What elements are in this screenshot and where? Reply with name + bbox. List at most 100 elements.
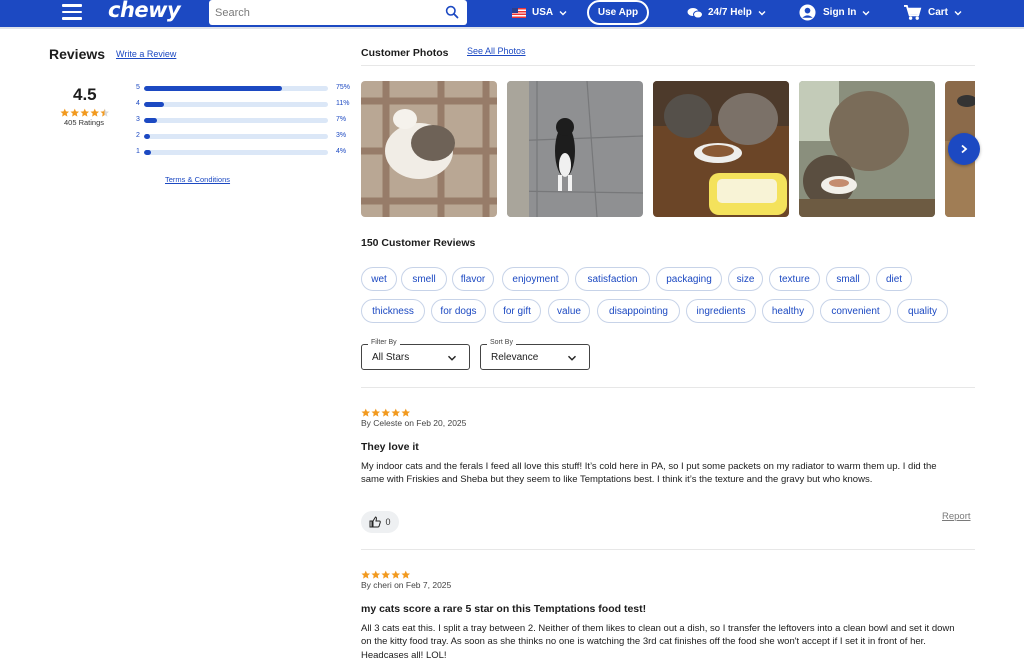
histogram-bar [144, 134, 328, 139]
review-author-date: By Celeste on Feb 20, 2025 [361, 418, 467, 428]
divider [361, 549, 975, 550]
cats-eating-photo [653, 81, 789, 217]
user-icon [799, 4, 816, 21]
histogram-row-2[interactable]: 2 3% [136, 132, 356, 142]
percent-label: 7% [336, 116, 347, 123]
star-icon [100, 108, 110, 117]
chip-texture[interactable]: texture [769, 267, 820, 291]
chip-enjoyment[interactable]: enjoyment [502, 267, 569, 291]
star-icon [381, 408, 391, 417]
customer-photo[interactable] [361, 81, 497, 217]
country-selector[interactable]: USA [512, 0, 567, 25]
chevron-down-icon [954, 10, 962, 15]
chewy-logo[interactable]: chewy [108, 0, 181, 22]
histogram-row-1[interactable]: 1 4% [136, 148, 356, 158]
filter-label: Filter By [368, 339, 400, 346]
histogram-row-4[interactable]: 4 11% [136, 100, 356, 110]
star-icon [90, 108, 100, 117]
sort-by-select[interactable]: Sort By Relevance [480, 339, 590, 370]
review-count-heading: 150 Customer Reviews [361, 237, 476, 249]
write-review-link[interactable]: Write a Review [116, 49, 176, 59]
us-flag-icon [512, 7, 526, 18]
chat-bubbles-icon [687, 7, 703, 18]
reviews-heading: Reviews [49, 46, 106, 62]
use-app-button[interactable]: Use App [587, 0, 649, 25]
see-all-photos-link[interactable]: See All Photos [467, 46, 526, 56]
cat-on-sidewalk-photo [507, 81, 643, 217]
chip-packaging[interactable]: packaging [656, 267, 722, 291]
star-level-label: 3 [136, 116, 140, 123]
search-input[interactable] [215, 4, 435, 21]
histogram-bar-fill [144, 150, 152, 155]
help-menu[interactable]: 24/7 Help [687, 0, 766, 25]
chevron-down-icon [862, 10, 870, 15]
chip-small[interactable]: small [826, 267, 870, 291]
chip-for-dogs[interactable]: for dogs [431, 299, 486, 323]
star-level-label: 1 [136, 148, 140, 155]
chip-value[interactable]: value [548, 299, 590, 323]
percent-label: 3% [336, 132, 347, 139]
histogram-row-5[interactable]: 5 75% [136, 84, 356, 94]
chip-convenient[interactable]: convenient [820, 299, 891, 323]
chip-disappointing[interactable]: disappointing [597, 299, 680, 323]
filter-by-select[interactable]: Filter By All Stars [361, 339, 470, 370]
terms-link[interactable]: Terms & Conditions [165, 175, 230, 184]
help-label: 24/7 Help [708, 7, 752, 18]
customer-photo[interactable] [507, 81, 643, 217]
chip-ingredients[interactable]: ingredients [686, 299, 756, 323]
cat-on-blanket-photo [361, 81, 497, 217]
chevron-down-icon [559, 10, 567, 15]
chip-smell[interactable]: smell [401, 267, 447, 291]
chevron-down-icon [758, 10, 766, 15]
customer-photo[interactable] [653, 81, 789, 217]
star-icon [70, 108, 80, 117]
cart-label: Cart [928, 7, 949, 18]
filter-value: All Stars [372, 352, 410, 363]
star-rating-icons [60, 108, 110, 117]
percent-label: 11% [336, 100, 350, 107]
divider [361, 387, 975, 388]
review-body: All 3 cats eat this. I split a tray betw… [361, 623, 955, 661]
histogram-bar-fill [144, 118, 157, 123]
histogram-bar-fill [144, 86, 282, 91]
histogram-row-3[interactable]: 3 7% [136, 116, 356, 126]
chip-diet[interactable]: diet [876, 267, 912, 291]
cart-menu[interactable]: Cart [903, 0, 962, 25]
chip-size[interactable]: size [728, 267, 763, 291]
percent-label: 4% [336, 148, 347, 155]
star-level-label: 5 [136, 84, 140, 91]
chip-satisfaction[interactable]: satisfaction [575, 267, 650, 291]
star-level-label: 2 [136, 132, 140, 139]
photos-next-button[interactable] [948, 133, 980, 165]
histogram-bar-fill [144, 134, 150, 139]
histogram-bar [144, 102, 328, 107]
country-label: USA [532, 7, 554, 18]
report-link[interactable]: Report [942, 511, 971, 522]
chip-wet[interactable]: wet [361, 267, 397, 291]
menu-icon[interactable] [62, 4, 82, 20]
histogram-bar [144, 86, 328, 91]
divider [361, 65, 975, 66]
chip-thickness[interactable]: thickness [361, 299, 425, 323]
chip-quality[interactable]: quality [897, 299, 948, 323]
chip-for-gift[interactable]: for gift [493, 299, 541, 323]
cat-with-treats-photo [799, 81, 935, 217]
search-box[interactable] [209, 0, 467, 25]
chip-healthy[interactable]: healthy [762, 299, 814, 323]
thumbs-up-icon [369, 516, 382, 528]
star-icon [401, 408, 411, 417]
histogram-bar [144, 118, 328, 123]
helpful-button[interactable]: 0 [361, 511, 399, 533]
chip-flavor[interactable]: flavor [452, 267, 494, 291]
percent-label: 75% [336, 84, 351, 91]
chevron-right-icon [961, 144, 968, 154]
helpful-count: 0 [385, 517, 391, 527]
customer-photo[interactable] [799, 81, 935, 217]
sign-in-menu[interactable]: Sign In [799, 0, 870, 25]
star-rating-icons [361, 570, 411, 579]
review-body: My indoor cats and the ferals I feed all… [361, 461, 937, 486]
ratings-count: 405 Ratings [64, 118, 105, 127]
star-icon [391, 570, 401, 579]
search-icon[interactable] [445, 5, 459, 19]
review-author-date: By cheri on Feb 7, 2025 [361, 580, 452, 590]
